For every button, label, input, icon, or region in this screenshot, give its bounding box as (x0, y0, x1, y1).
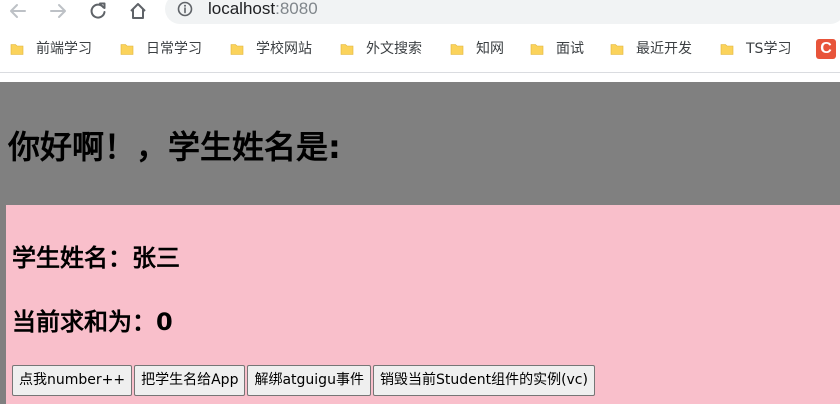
bookmark-label: 外文搜索 (366, 41, 422, 57)
folder-icon (340, 44, 354, 55)
unbind-event-button[interactable]: 解绑atguigu事件 (247, 365, 371, 396)
student-name: 学生姓名：张三 (12, 244, 180, 272)
bookmark-item[interactable]: TS学习 (720, 39, 791, 59)
url-host: localhost (208, 0, 276, 18)
bookmark-item[interactable]: 日常学习 (120, 39, 202, 59)
page-title: 你好啊！，学生姓名是: (8, 128, 341, 166)
destroy-component-button[interactable]: 销毁当前Student组件的实例(vc) (372, 365, 595, 396)
bookmark-label: 学校网站 (256, 41, 312, 57)
app-container: 你好啊！，学生姓名是: 学生姓名：张三 当前求和为：0 点我number++ 把… (0, 82, 840, 404)
bookmark-item[interactable]: 前端学习 (10, 39, 92, 59)
bookmark-item[interactable]: 最近开发 (610, 39, 692, 59)
info-icon[interactable] (177, 1, 193, 17)
arrow-right-icon (50, 4, 66, 18)
bookmark-item[interactable]: 学校网站 (230, 39, 312, 59)
folder-icon (120, 44, 134, 55)
folder-icon (230, 44, 244, 55)
extra-app-icon[interactable]: C (816, 39, 836, 59)
back-button[interactable] (6, 0, 30, 22)
browser-toolbar: localhost:8080 (0, 0, 840, 28)
bookmark-label: 最近开发 (636, 41, 692, 57)
folder-icon (450, 44, 464, 55)
folder-icon (610, 44, 624, 55)
folder-icon (10, 44, 24, 55)
sum-display: 当前求和为：0 (12, 308, 173, 336)
folder-icon (530, 44, 544, 55)
bookmark-label: 面试 (556, 41, 584, 57)
home-button[interactable] (126, 0, 150, 22)
bookmark-label: 日常学习 (146, 41, 202, 57)
bookmarks-bar: 前端学习 日常学习 学校网站 外文搜索 知网 面试 最近开发 TS学习 (0, 28, 840, 73)
send-name-to-app-button[interactable]: 把学生名给App (134, 365, 246, 396)
student-component: 学生姓名：张三 当前求和为：0 点我number++ 把学生名给App 解绑at… (6, 205, 840, 404)
forward-button[interactable] (46, 0, 70, 22)
home-icon (130, 3, 146, 19)
url-text[interactable]: localhost:8080 (208, 0, 318, 19)
reload-icon (90, 2, 106, 19)
bookmark-item[interactable]: 面试 (530, 39, 584, 59)
arrow-left-icon (10, 4, 26, 18)
bookmark-label: 前端学习 (36, 41, 92, 57)
button-row: 点我number++ 把学生名给App 解绑atguigu事件 销毁当前Stud… (12, 365, 597, 396)
bookmark-label: TS学习 (746, 41, 792, 57)
bookmark-item[interactable]: 知网 (450, 39, 504, 59)
url-port: :8080 (275, 0, 318, 18)
folder-icon (720, 44, 734, 55)
bookmark-item[interactable]: 外文搜索 (340, 39, 422, 59)
increment-number-button[interactable]: 点我number++ (12, 365, 133, 396)
reload-button[interactable] (86, 0, 110, 22)
bookmark-label: 知网 (476, 41, 504, 57)
